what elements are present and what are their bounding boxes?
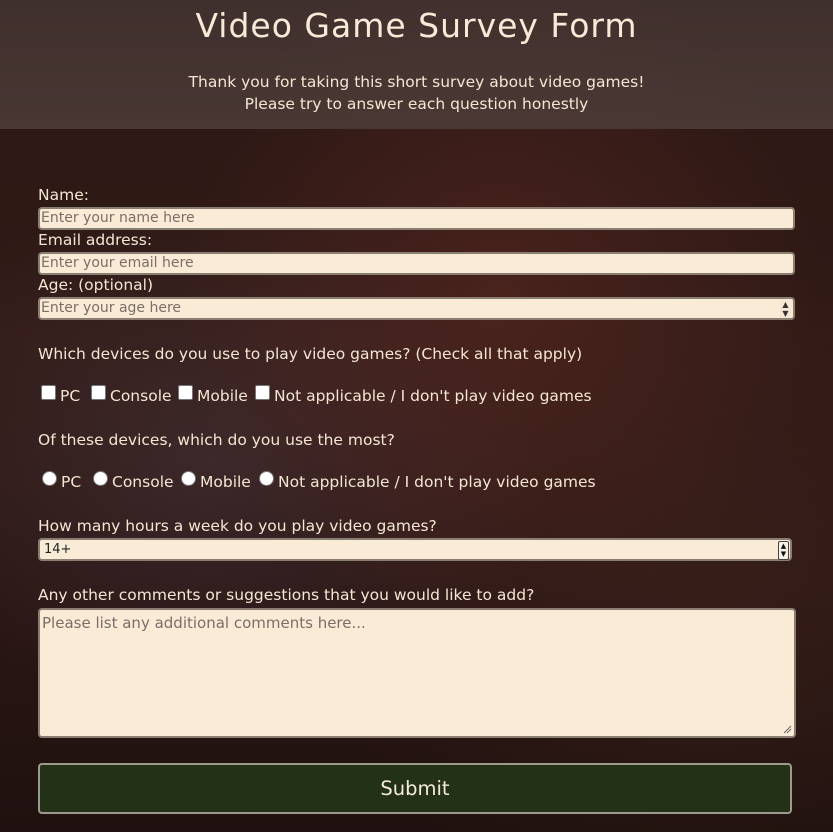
device-option-label: Mobile (197, 387, 248, 405)
device-option-not-applicable[interactable]: Not applicable / I don't play video game… (255, 382, 592, 406)
spinner-up-icon[interactable]: ▲ (780, 300, 791, 309)
intro-line-2: Please try to answer each question hones… (244, 95, 589, 113)
checkbox-not-applicable[interactable] (255, 384, 270, 400)
checkbox-mobile[interactable] (178, 384, 193, 400)
checkbox-pc[interactable] (41, 384, 56, 400)
radio-console[interactable] (93, 470, 108, 486)
most-used-option-label: Console (112, 473, 174, 491)
device-option-label: Not applicable / I don't play video game… (274, 387, 592, 405)
age-spinner[interactable]: ▲ ▼ (780, 300, 791, 318)
age-label: Age: (optional) (38, 276, 154, 294)
name-field-placeholder: Enter your name here (41, 210, 195, 226)
device-option-pc[interactable]: PC (41, 382, 80, 406)
select-arrows-icon[interactable]: ▲ ▼ (778, 541, 789, 560)
name-field[interactable]: Enter your name here (38, 207, 795, 230)
hours-select[interactable]: 14+ ▲ ▼ (38, 538, 792, 561)
most-used-option-mobile[interactable]: Mobile (181, 468, 251, 492)
age-field-placeholder: Enter your age here (41, 300, 182, 316)
device-option-label: Console (110, 387, 172, 405)
intro-line-1: Thank you for taking this short survey a… (188, 73, 645, 91)
email-field-placeholder: Enter your email here (41, 255, 194, 271)
spinner-down-icon[interactable]: ▼ (780, 309, 791, 318)
comments-placeholder: Please list any additional comments here… (42, 614, 366, 632)
comments-question: Any other comments or suggestions that y… (38, 586, 535, 604)
intro-description: Thank you for taking this short survey a… (0, 71, 833, 115)
resize-handle-icon[interactable] (782, 724, 792, 734)
age-field[interactable]: Enter your age here ▲ ▼ (38, 297, 795, 320)
radio-not-applicable[interactable] (259, 470, 274, 486)
most-used-question: Of these devices, which do you use the m… (38, 431, 395, 449)
page-title: Video Game Survey Form (195, 6, 638, 45)
radio-mobile[interactable] (181, 470, 196, 486)
hours-select-value: 14+ (44, 542, 72, 557)
most-used-option-label: PC (61, 473, 82, 491)
name-label: Name: (38, 186, 89, 204)
most-used-option-label: Not applicable / I don't play video game… (278, 473, 596, 491)
device-option-label: PC (60, 387, 81, 405)
hours-question: How many hours a week do you play video … (38, 517, 437, 535)
submit-button[interactable]: Submit (38, 763, 792, 814)
comments-textarea[interactable]: Please list any additional comments here… (38, 608, 796, 738)
checkbox-console[interactable] (91, 384, 106, 400)
most-used-option-not-applicable[interactable]: Not applicable / I don't play video game… (259, 468, 596, 492)
email-field[interactable]: Enter your email here (38, 252, 795, 275)
device-option-mobile[interactable]: Mobile (178, 382, 248, 406)
most-used-option-console[interactable]: Console (93, 468, 174, 492)
most-used-option-label: Mobile (200, 473, 251, 491)
radio-pc[interactable] (42, 470, 57, 486)
email-label: Email address: (38, 231, 153, 249)
device-option-console[interactable]: Console (91, 382, 172, 406)
page-header: Video Game Survey Form Thank you for tak… (0, 0, 833, 129)
devices-question: Which devices do you use to play video g… (38, 345, 583, 363)
most-used-option-pc[interactable]: PC (42, 468, 81, 492)
